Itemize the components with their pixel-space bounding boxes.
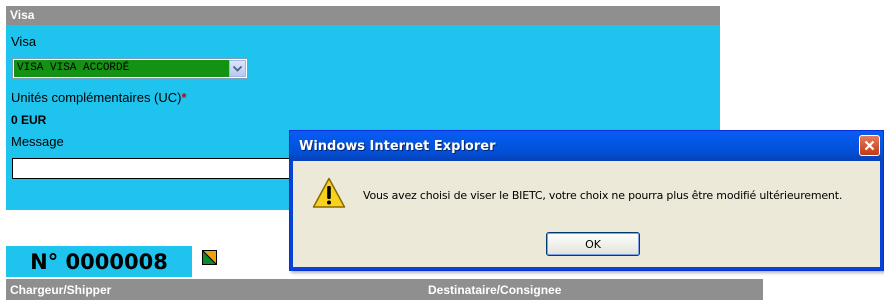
message-field-label: Message [11,134,64,149]
uc-label-text: Unités complémentaires (UC) [11,90,182,105]
shipper-column-header: Chargeur/Shipper [10,283,112,297]
close-icon [864,140,875,151]
record-number: N° 0000008 [6,246,192,277]
dialog-title: Windows Internet Explorer [299,139,496,154]
visa-select-value: VISA VISA ACCORDÉ [14,60,229,77]
uc-field-label: Unités complémentaires (UC)* [11,90,187,105]
dialog-title-bar[interactable]: Windows Internet Explorer [290,131,883,161]
warning-icon [312,177,346,208]
chevron-down-icon [233,65,242,72]
dialog-message: Vous avez choisi de viser le BIETC, votr… [363,189,843,202]
dialog-frame-left [290,161,293,271]
ok-button[interactable]: OK [546,232,640,256]
dialog-close-button[interactable] [859,135,880,156]
visa-select-dropdown-button[interactable] [229,60,246,77]
dialog-frame-right [880,161,883,271]
visa-section-header: Visa [6,6,720,25]
visa-field-label: Visa [11,34,37,49]
visa-select[interactable]: VISA VISA ACCORDÉ [12,58,248,79]
dialog-frame-bottom [290,267,883,270]
uc-value: 0 EUR [11,113,47,127]
consignee-column-header: Destinataire/Consignee [428,283,562,297]
alert-dialog: Windows Internet Explorer Vous avez choi… [289,130,884,271]
page: Visa Visa VISA VISA ACCORDÉ Unités compl… [0,0,884,303]
parties-table-header: Chargeur/Shipper Destinataire/Consignee [6,279,763,300]
flag-icon [202,250,217,265]
required-marker: * [181,90,187,105]
